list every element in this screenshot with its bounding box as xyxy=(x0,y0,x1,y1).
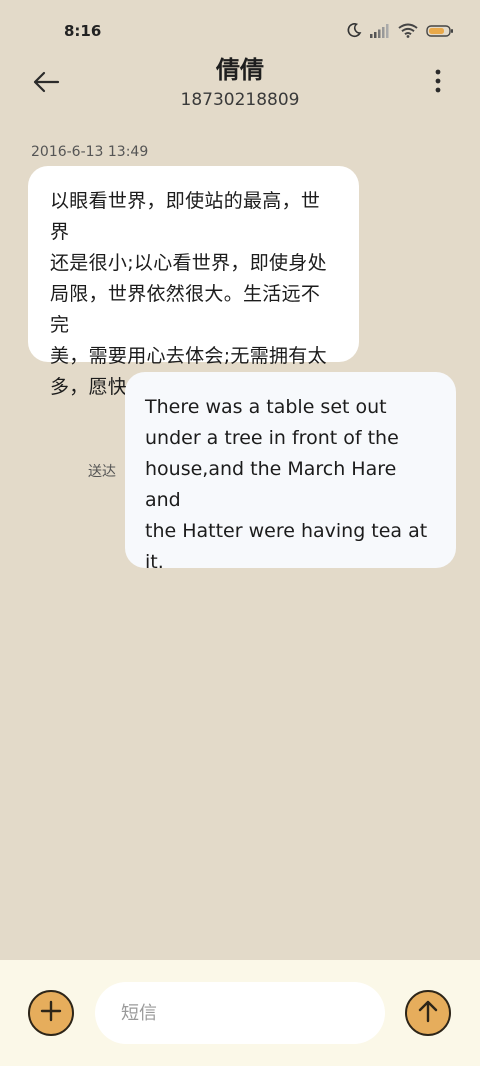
conversation-header: 倩倩 18730218809 xyxy=(0,50,480,116)
battery-icon xyxy=(426,23,454,42)
message-line: house,and the March Hare and xyxy=(145,458,397,511)
message-line: under a tree in front of the xyxy=(145,427,399,449)
add-attachment-button[interactable] xyxy=(28,990,74,1036)
wifi-icon xyxy=(398,23,418,42)
message-input[interactable] xyxy=(95,982,385,1044)
message-line: the Hatter were having tea at xyxy=(145,520,428,542)
incoming-message-bubble[interactable]: 以眼看世界，即使站的最高，世界 还是很小;以心看世界，即使身处 局限，世界依然很… xyxy=(28,166,359,398)
delivery-status: 送达 xyxy=(88,464,116,480)
back-button[interactable] xyxy=(28,66,64,102)
message-timestamp: 2016-6-13 13:49 xyxy=(31,144,149,160)
status-icons xyxy=(346,22,454,42)
message-line: There was a table set out xyxy=(145,396,387,418)
more-options-button[interactable] xyxy=(426,68,450,98)
back-arrow-icon xyxy=(32,71,60,97)
send-arrow-icon xyxy=(417,999,439,1027)
status-time: 8:16 xyxy=(64,22,102,40)
contact-info: 倩倩 18730218809 xyxy=(100,54,380,112)
more-vertical-icon xyxy=(435,69,441,97)
compose-bar xyxy=(0,960,480,1066)
message-line: it. xyxy=(145,551,164,573)
send-button[interactable] xyxy=(405,990,451,1036)
contact-name: 倩倩 xyxy=(216,56,264,84)
message-line: 还是很小;以心看世界，即使身处 xyxy=(50,252,327,274)
message-line: 局限，世界依然很大。生活远不完 xyxy=(50,283,321,336)
outgoing-message-bubble[interactable]: There was a table set out under a tree i… xyxy=(125,372,456,573)
signal-icon xyxy=(370,23,390,42)
message-line: 以眼看世界，即使站的最高，世界 xyxy=(50,190,321,243)
message-line: 美，需要用心去体会;无需拥有太 xyxy=(50,345,327,367)
contact-number: 18730218809 xyxy=(180,90,300,110)
moon-icon xyxy=(346,22,362,42)
plus-icon xyxy=(40,1000,62,1026)
